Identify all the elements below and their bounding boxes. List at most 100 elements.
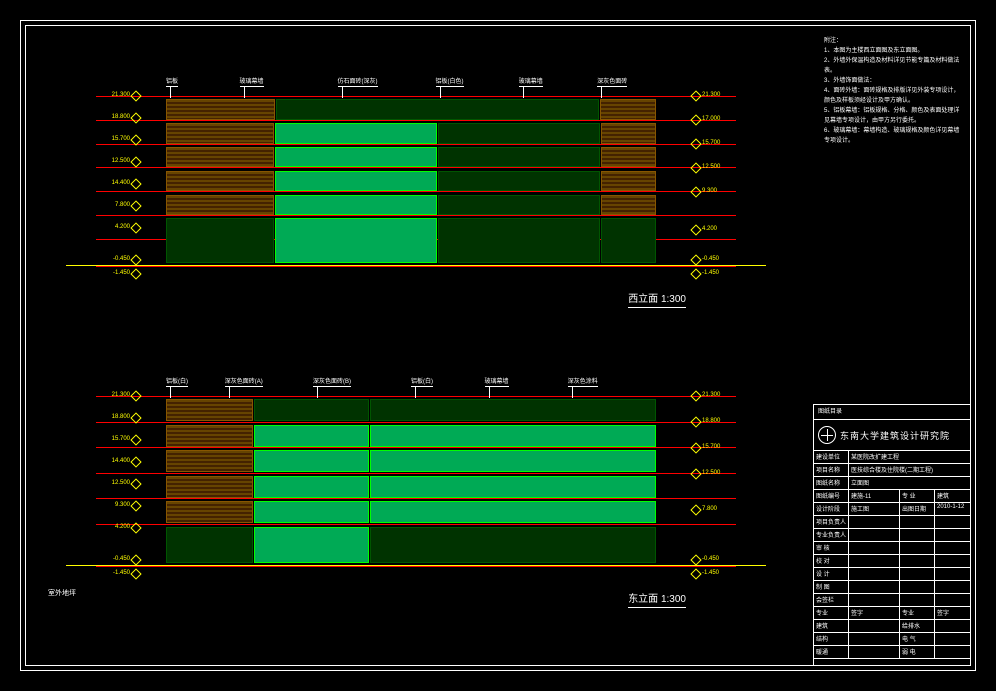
- facade-panel: [254, 527, 369, 563]
- tb-value: 立面图: [849, 477, 970, 489]
- level-label: 7.800: [94, 202, 130, 208]
- tb-key: [900, 594, 935, 606]
- level-label: -1.450: [702, 270, 738, 276]
- facade-panel: [600, 99, 656, 119]
- facade-panel: [166, 476, 253, 498]
- tb-key: [900, 555, 935, 567]
- notes-line: 4、面砖外墙：面砖规格及排版详见外装专项设计，颜色及样板须经设计及甲方确认。: [824, 86, 964, 106]
- level-label: 14.400: [94, 180, 130, 186]
- tb-key: 项目名称: [814, 464, 849, 476]
- tb-key: [900, 568, 935, 580]
- level-label: 21.300: [94, 392, 130, 398]
- level-label: 18.800: [702, 418, 738, 424]
- title-block-row: 项目名称医技综合楼及住院楼(二期工程): [814, 464, 970, 477]
- level-label: 4.200: [94, 524, 130, 530]
- institute-logo-icon: [818, 426, 836, 444]
- floor-line: [96, 396, 736, 397]
- floor-line: [96, 524, 736, 525]
- tb-value: [935, 555, 970, 567]
- tb-value: [935, 568, 970, 580]
- facade-panel: [166, 195, 274, 215]
- level-label: -1.450: [94, 270, 130, 276]
- facade-panel: [166, 501, 253, 523]
- notes-line: 6、玻璃幕墙：幕墙构造、玻璃规格及颜色详见幕墙专项设计。: [824, 126, 964, 146]
- level-label: 21.300: [94, 92, 130, 98]
- tb-key: 建筑: [814, 620, 849, 632]
- tb-key: 审 核: [814, 542, 849, 554]
- tb-value: [849, 581, 900, 593]
- facade-panel: [166, 450, 253, 472]
- level-label: 4.200: [702, 226, 738, 232]
- facade-panel: [601, 171, 656, 191]
- tb-key: 结构: [814, 633, 849, 645]
- tb-value: [935, 594, 970, 606]
- tb-value: [935, 529, 970, 541]
- floor-line: [96, 167, 736, 168]
- level-label: -0.450: [94, 256, 130, 262]
- facade-panel: [370, 527, 656, 563]
- level-label: 21.300: [702, 92, 738, 98]
- level-label: 4.200: [94, 224, 130, 230]
- title-block-row: 设计阶段施工图出图日期2010-1-12: [814, 503, 970, 516]
- facade-panel: [438, 171, 600, 191]
- facade-panel: [370, 476, 656, 498]
- level-label: 18.800: [94, 414, 130, 420]
- level-label: -0.450: [702, 256, 738, 262]
- tb-key: 图纸名称: [814, 477, 849, 489]
- tb-key: [900, 542, 935, 554]
- material-callout: 玻璃幕墙: [240, 76, 264, 87]
- level-label: -0.450: [94, 556, 130, 562]
- tb-key: 专业负责人: [814, 529, 849, 541]
- floor-line: [96, 266, 736, 267]
- level-label: 15.700: [702, 444, 738, 450]
- level-label: -0.450: [702, 556, 738, 562]
- ground-label: 室外地坪: [48, 588, 76, 598]
- tb-key: 校 对: [814, 555, 849, 567]
- level-label: 15.700: [94, 436, 130, 442]
- tb-key: [900, 581, 935, 593]
- facade-panel: [601, 123, 656, 143]
- floor-line: [96, 566, 736, 567]
- facade-panel: [438, 218, 600, 262]
- title-block-row: 结构电 气: [814, 633, 970, 646]
- title-block-row: 专业负责人: [814, 529, 970, 542]
- facade-panel: [166, 171, 274, 191]
- title-block: 图纸目录 东南大学建筑设计研究院 建设单位某医院改扩建工程项目名称医技综合楼及住…: [813, 404, 970, 665]
- facade-panel: [166, 123, 274, 143]
- tb-key: [900, 516, 935, 528]
- facade-panel: [254, 425, 369, 447]
- material-callout: 仿石面砖(深灰): [338, 76, 378, 87]
- level-label: -1.450: [702, 570, 738, 576]
- tb-value: 某医院改扩建工程: [849, 451, 970, 463]
- facade-panel: [601, 218, 656, 262]
- level-label: 15.700: [702, 140, 738, 146]
- facade-panel: [438, 123, 600, 143]
- sheet-outer-border: 附注： 1、本图为主楼西立面图及东立面图。 2、外墙外保温构造及材料详见节能专篇…: [20, 20, 976, 671]
- level-label: 17.000: [702, 116, 738, 122]
- tb-value: [935, 542, 970, 554]
- tb-value: 施工图: [849, 503, 900, 515]
- tb-value: [935, 633, 970, 645]
- title-block-row: 建筑 给排水: [814, 620, 970, 633]
- tb-value: 2010-1-12: [935, 503, 970, 515]
- level-label: 14.400: [94, 458, 130, 464]
- notes-line: 5、铝板幕墙：铝板规格、分格、颜色及表面处理详见幕墙专项设计，由甲方另行委托。: [824, 106, 964, 126]
- east-elevation: 铝板(白) 深灰色面砖(A) 深灰色面砖(B) 铝板(白) 玻璃幕墙 深灰色涂料…: [86, 366, 746, 606]
- facade-panel: [275, 123, 437, 143]
- tb-value: [849, 646, 900, 658]
- facade-panel: [166, 527, 253, 563]
- level-label: 7.800: [702, 506, 738, 512]
- building-west: 铝板 玻璃幕墙 仿石面砖(深灰) 铝板(白色) 玻璃幕墙 深灰色面砖: [166, 96, 656, 266]
- sheet-inner-border: 附注： 1、本图为主楼西立面图及东立面图。 2、外墙外保温构造及材料详见节能专篇…: [25, 25, 971, 666]
- material-callout: 深灰色面砖(A): [225, 376, 263, 387]
- tb-key: 给排水: [900, 620, 935, 632]
- floor-line: [96, 144, 736, 145]
- tb-value: 建筑: [935, 490, 970, 502]
- level-label: 9.300: [702, 188, 738, 194]
- facade-panel: [275, 147, 437, 167]
- facade-panel: [254, 476, 369, 498]
- material-callout: 铝板(白色): [436, 76, 464, 87]
- level-label: 18.800: [94, 114, 130, 120]
- notes-line: 1、本图为主楼西立面图及东立面图。: [824, 46, 964, 56]
- material-callout: 深灰色面砖: [597, 76, 627, 87]
